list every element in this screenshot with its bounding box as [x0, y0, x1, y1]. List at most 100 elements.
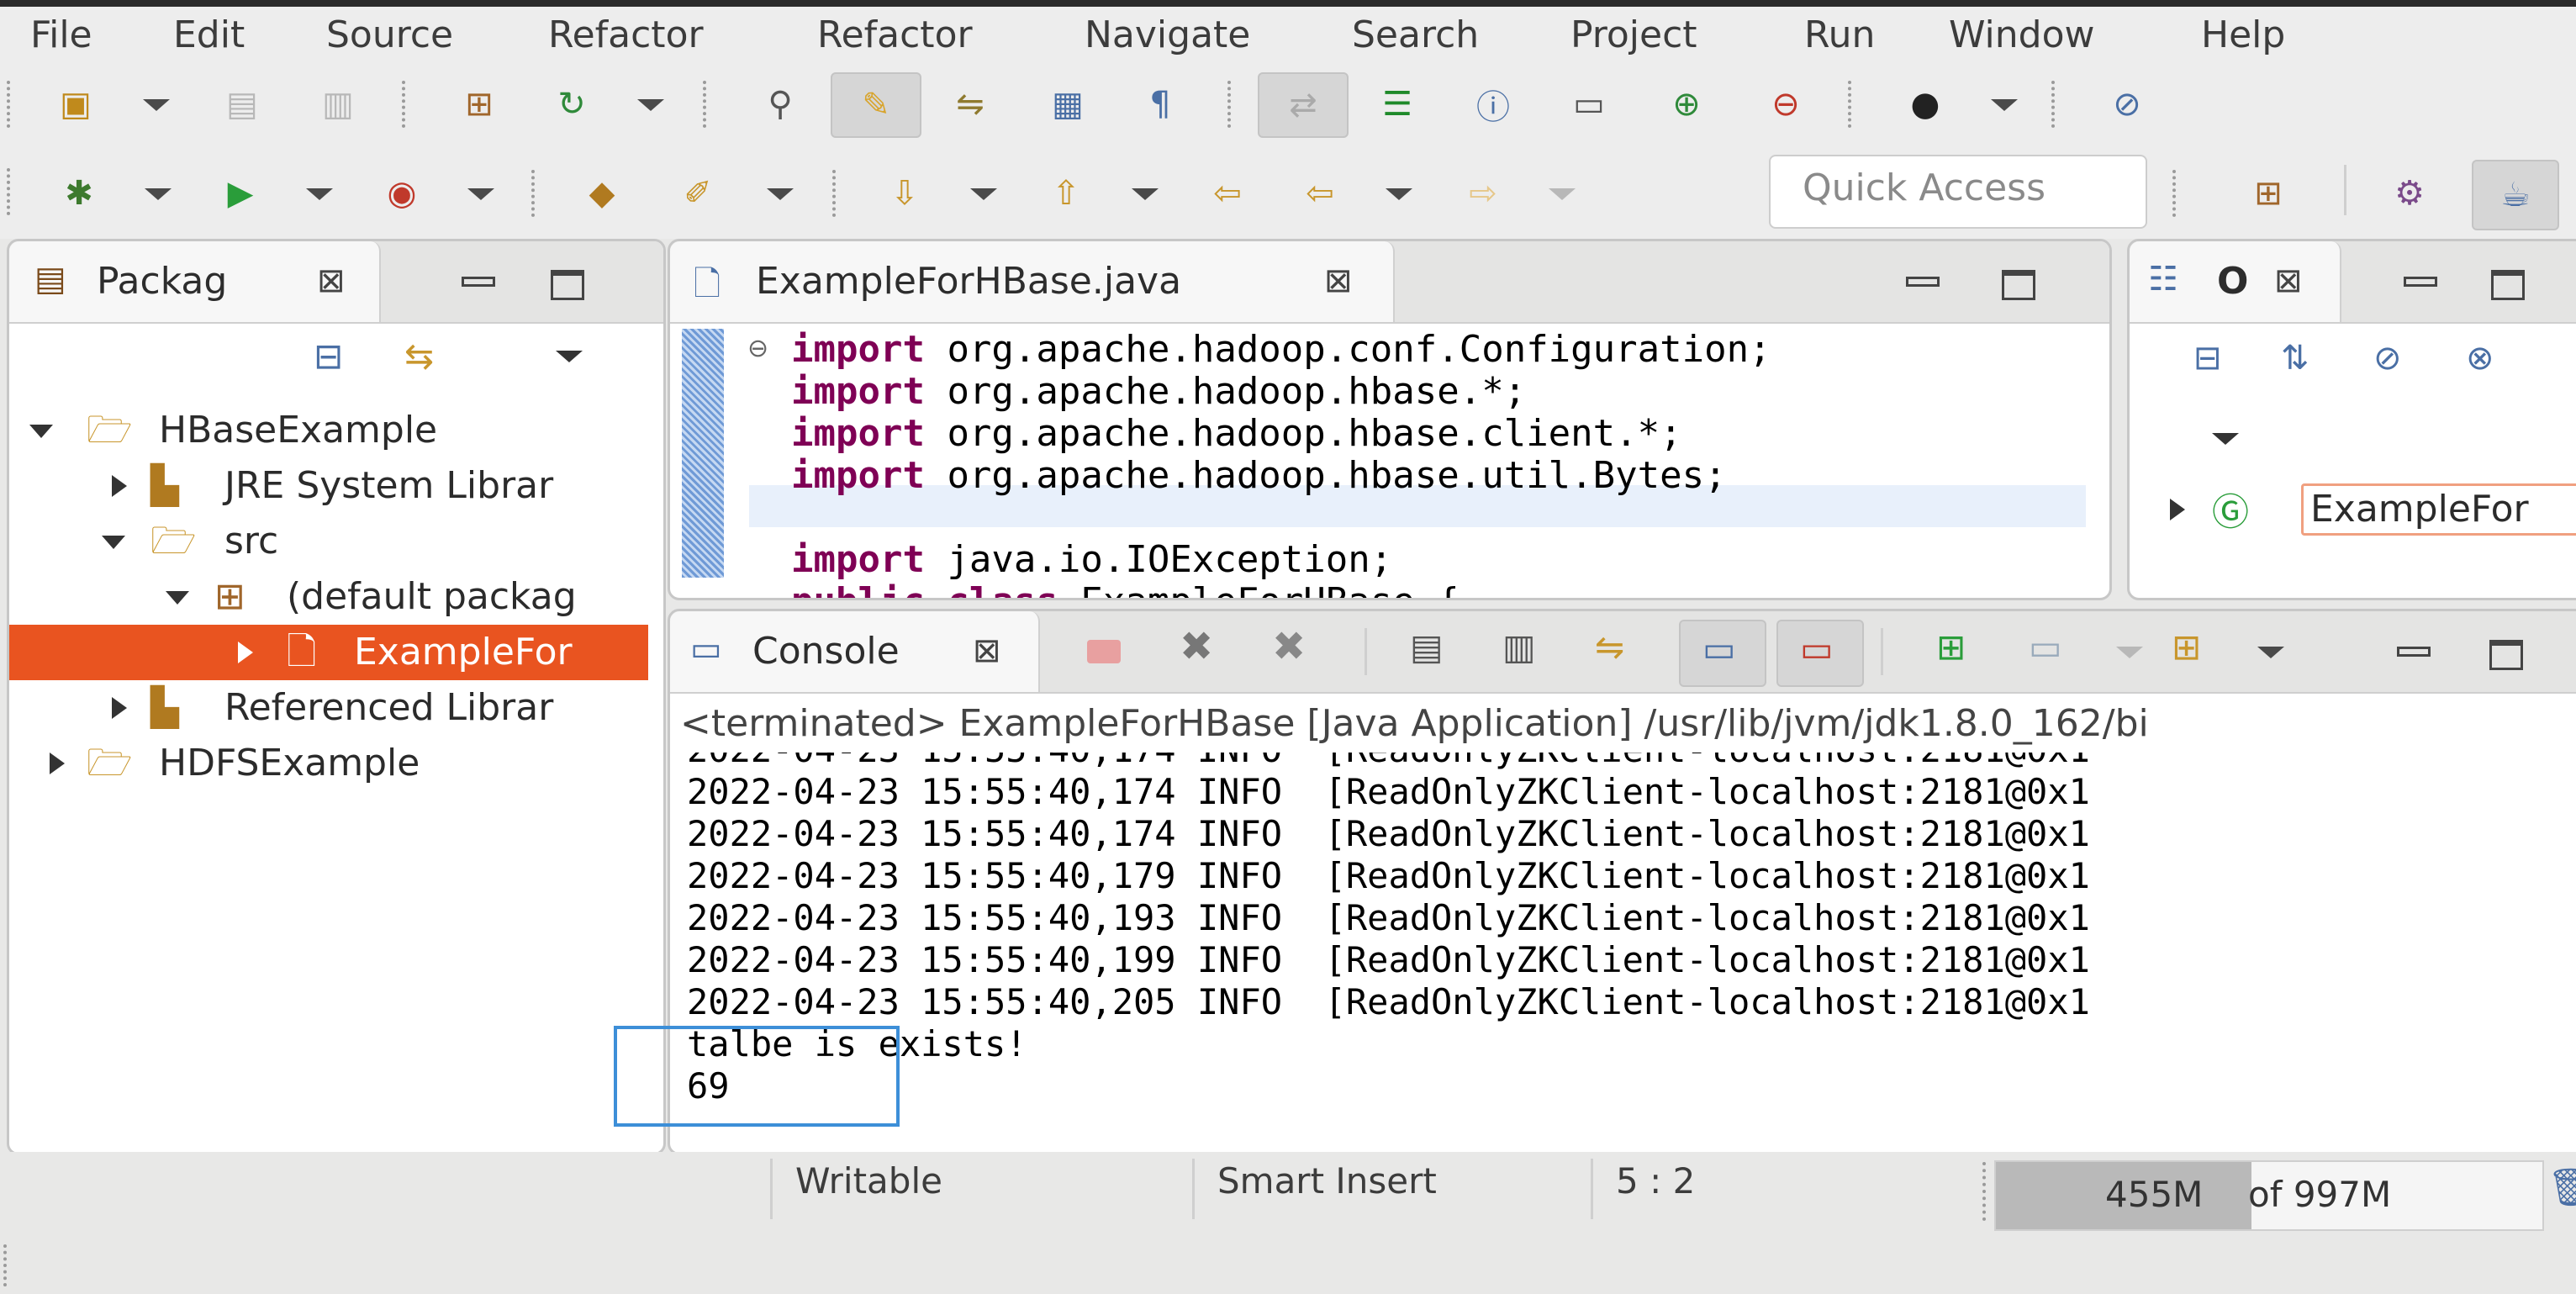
maximize-icon[interactable] [2489, 640, 2523, 670]
prev-annotation-dropdown-icon[interactable] [1132, 188, 1159, 200]
user-dropdown-icon[interactable] [1991, 99, 2018, 111]
pin-icon[interactable]: ⚲ [755, 79, 805, 129]
menu-search[interactable]: Search [1352, 12, 1479, 59]
expand-icon[interactable] [102, 536, 125, 549]
scroll-lock-icon[interactable]: ▥ [1502, 626, 1536, 668]
run-server-icon[interactable]: ⊕ [1661, 79, 1712, 129]
fold-collapse-icon[interactable]: ⊖ [747, 334, 768, 363]
highlight-toggle-icon[interactable]: ✎ [831, 72, 921, 138]
java-ee-perspective-icon[interactable]: ⚙ [2384, 168, 2435, 219]
heap-status[interactable]: 455M of 997M [1994, 1160, 2544, 1231]
maximize-icon[interactable] [2002, 270, 2035, 300]
refresh-icon[interactable]: ↻ [546, 79, 597, 129]
minimize-icon[interactable] [2404, 277, 2437, 287]
skip-breakpoints-icon[interactable]: ⊘ [2102, 79, 2152, 129]
last-edit-location-icon[interactable]: ⇦ [1202, 168, 1253, 219]
maximize-icon[interactable] [2491, 270, 2525, 300]
menu-source[interactable]: Source [326, 12, 453, 59]
save-all-icon[interactable]: ▥ [313, 79, 363, 129]
save-icon[interactable]: ▤ [217, 79, 267, 129]
menu-project[interactable]: Project [1570, 12, 1697, 59]
new-icon[interactable]: ▣ [50, 79, 101, 129]
pin-console-icon[interactable]: ⊞ [1936, 626, 1966, 668]
tree-item-src[interactable]: 🗁 src [9, 514, 648, 569]
open-type-icon[interactable]: ⊞ [454, 79, 504, 129]
collapse-all-icon[interactable]: ⊟ [2193, 339, 2222, 378]
menu-window[interactable]: Window [1949, 12, 2095, 59]
garbage-collect-icon[interactable]: 🗑 [2547, 1165, 2576, 1209]
user-icon[interactable]: ● [1900, 79, 1950, 129]
prev-annotation-icon[interactable]: ⇧ [1041, 168, 1091, 219]
link-with-editor-icon[interactable]: ⇆ [404, 335, 434, 377]
remove-all-launches-icon[interactable]: ✖ [1272, 623, 1306, 670]
tab-examplefor-hbase-java[interactable]: 🗋 ExampleForHBase.java ⊠ [670, 241, 1395, 322]
debug-dropdown-icon[interactable] [145, 188, 172, 200]
expand-icon[interactable] [50, 753, 65, 774]
tree-item-default-package[interactable]: ⊞ (default packag [9, 569, 648, 625]
expand-icon[interactable] [238, 642, 253, 663]
display-console-dropdown-icon[interactable] [2116, 647, 2143, 658]
block-select-icon[interactable]: ▦ [1043, 79, 1093, 129]
back-dropdown-icon[interactable] [1386, 188, 1412, 200]
menu-edit[interactable]: Edit [173, 12, 245, 59]
new-dropdown-icon[interactable] [143, 99, 170, 111]
run-icon[interactable]: ▶ [215, 168, 266, 219]
run-dropdown-icon[interactable] [306, 188, 333, 200]
close-icon[interactable]: ⊠ [973, 631, 1001, 670]
debug-icon[interactable]: ✱ [54, 168, 104, 219]
remove-launch-icon[interactable]: ✖ [1180, 623, 1213, 670]
close-icon[interactable]: ⊠ [2274, 261, 2303, 300]
quick-access-field[interactable]: Quick Access [1769, 155, 2147, 229]
link-editor-icon[interactable]: ⇄ [1258, 72, 1349, 138]
terminate-icon[interactable] [1087, 640, 1121, 663]
hide-static-icon[interactable]: ⊗ [2466, 339, 2494, 378]
hide-fields-icon[interactable]: ⊘ [2373, 339, 2402, 378]
outline-item-class[interactable]: Ⓖ ExampleFor [2130, 482, 2576, 537]
display-console-icon[interactable]: ▭ [2029, 626, 2062, 668]
forward-dropdown-icon[interactable] [1549, 188, 1576, 200]
expand-icon[interactable] [2170, 499, 2185, 520]
view-menu-icon[interactable] [2212, 433, 2239, 445]
view-menu-icon[interactable] [556, 351, 583, 362]
task-list-icon[interactable]: ☰ [1372, 79, 1423, 129]
tree-item-hdfsexample[interactable]: 🗁 HDFSExample [9, 736, 648, 791]
show-on-stderr-icon[interactable]: ▭ [1776, 620, 1864, 687]
menu-help[interactable]: Help [2201, 12, 2285, 59]
word-wrap-icon[interactable]: ⇋ [1595, 626, 1624, 668]
maximize-icon[interactable] [551, 270, 584, 300]
tree-item-referenced-libraries[interactable]: ▙ Referenced Librar [9, 680, 648, 736]
open-console-icon[interactable]: ⊞ [2172, 626, 2201, 668]
java-perspective-icon[interactable]: ☕ [2472, 160, 2559, 230]
new-class-dropdown-icon[interactable] [767, 188, 794, 200]
console-view-icon[interactable]: ▭ [1564, 79, 1614, 129]
expand-icon[interactable] [166, 591, 189, 605]
show-whitespace-icon[interactable]: ¶ [1135, 79, 1185, 129]
open-perspective-icon[interactable]: ⊞ [2243, 168, 2294, 219]
run-ee-icon[interactable]: ⊖ [1760, 79, 1811, 129]
next-annotation-icon[interactable]: ⇩ [879, 168, 930, 219]
console-output[interactable]: 2022-04-23 15:55:40,174 INFO [ReadOnlyZK… [670, 753, 2576, 1153]
minimize-icon[interactable] [1906, 277, 1940, 287]
forward-icon[interactable]: ⇨ [1458, 168, 1508, 219]
tree-item-hbaseexample[interactable]: 🗁 HBaseExample [9, 403, 648, 458]
collapse-all-icon[interactable]: ⊟ [314, 335, 343, 377]
external-tools-icon[interactable]: ◉ [377, 168, 427, 219]
menu-navigate[interactable]: Navigate [1085, 12, 1250, 59]
close-icon[interactable]: ⊠ [317, 261, 346, 300]
menu-refactor[interactable]: Refactor [548, 12, 704, 59]
new-class-icon[interactable]: ✐ [673, 168, 723, 219]
sort-icon[interactable]: ⇅ [2281, 339, 2309, 378]
close-icon[interactable]: ⊠ [1324, 261, 1353, 300]
expand-icon[interactable] [112, 697, 127, 719]
tab-console[interactable]: ▭ Console ⊠ [670, 611, 1040, 692]
tab-outline[interactable]: ☷ O ⊠ [2130, 241, 2341, 322]
expand-icon[interactable] [29, 425, 53, 438]
minimize-icon[interactable] [462, 277, 495, 287]
menu-run[interactable]: Run [1804, 12, 1875, 59]
menu-file[interactable]: File [30, 12, 92, 59]
tab-package-explorer[interactable]: ▤ Packag ⊠ [9, 241, 381, 322]
new-java-project-icon[interactable]: ◆ [577, 168, 627, 219]
menu-refactor-2[interactable]: Refactor [817, 12, 973, 59]
refresh-dropdown-icon[interactable] [637, 99, 664, 111]
back-icon[interactable]: ⇦ [1295, 168, 1345, 219]
